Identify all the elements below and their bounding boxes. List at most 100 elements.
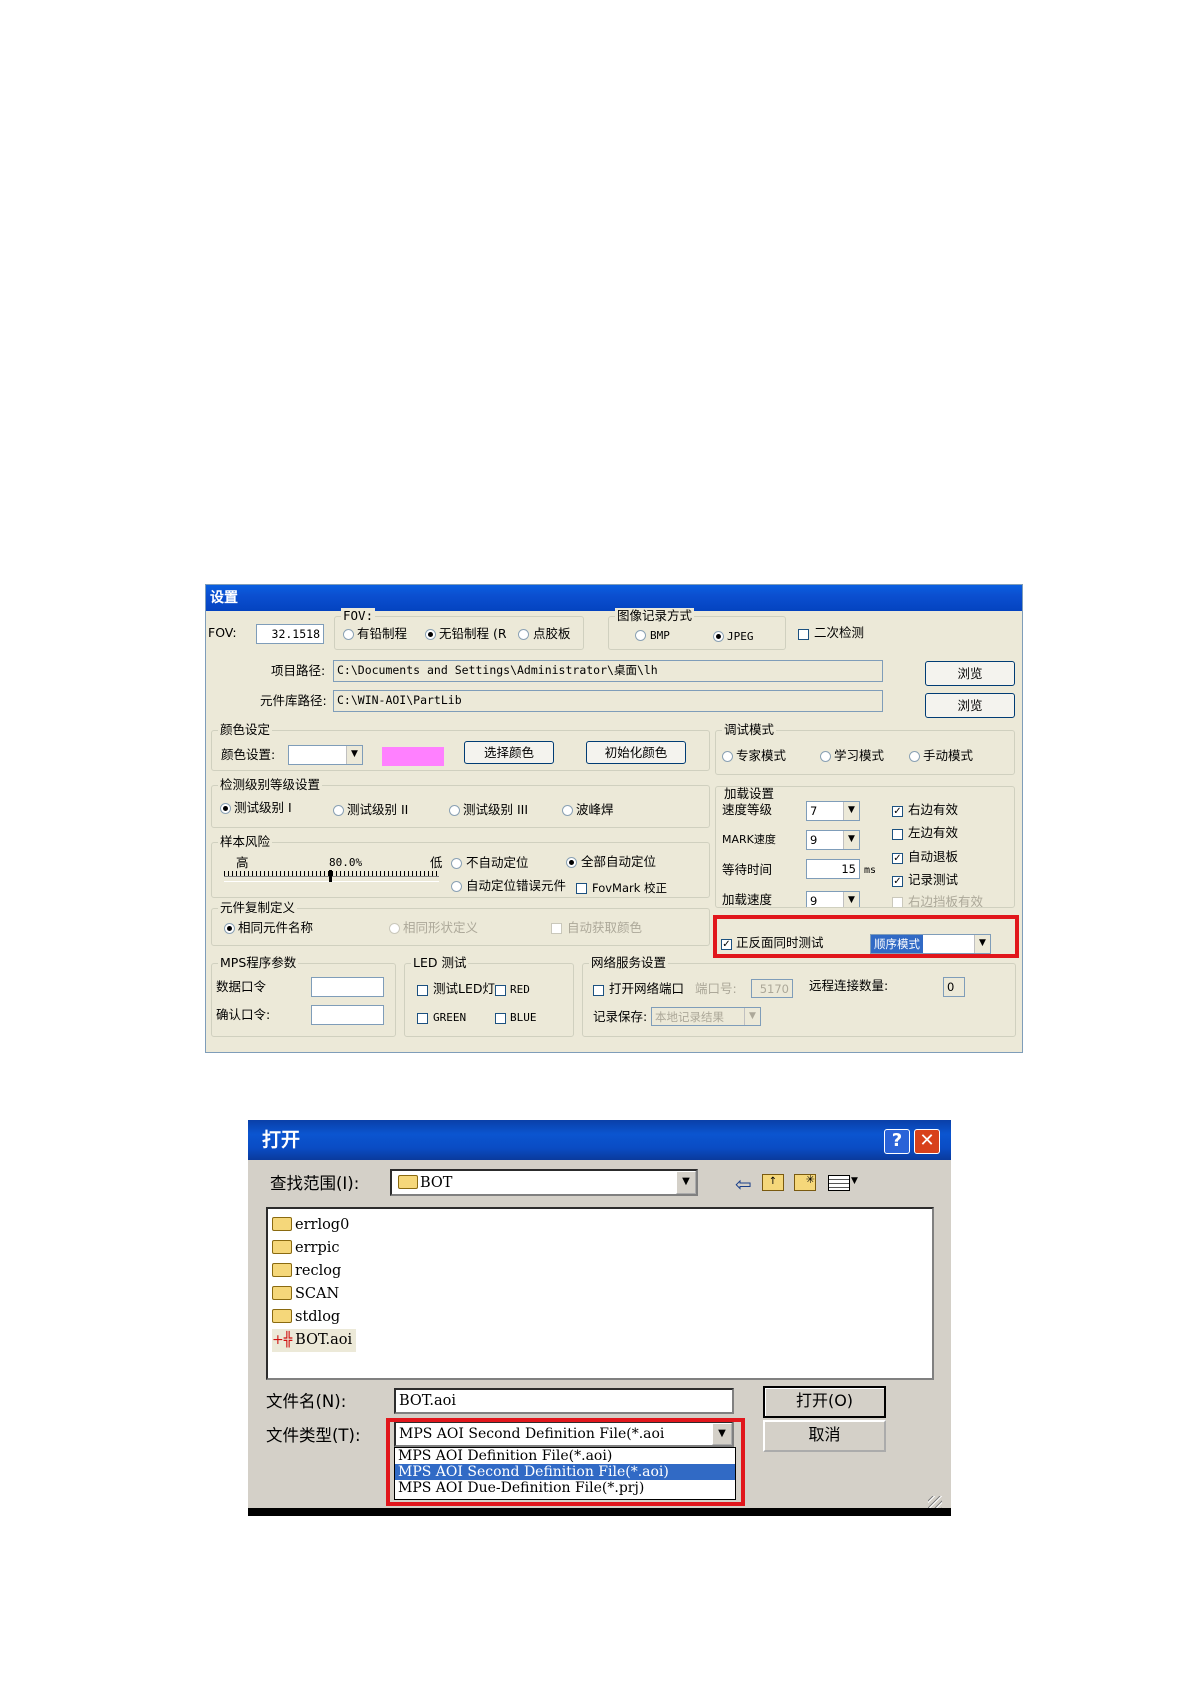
lookin-label: 查找范围(I):: [270, 1174, 360, 1193]
list-item[interactable]: +╬ BOT.aoi: [272, 1329, 357, 1352]
folder-icon: [398, 1175, 418, 1189]
test-led-checkbox[interactable]: [417, 985, 428, 996]
data-password-label: 数据口令: [216, 979, 267, 994]
leadfree-radio[interactable]: [425, 629, 436, 640]
record-test-checkbox[interactable]: ✓: [892, 876, 903, 887]
auto-color-checkbox[interactable]: [551, 923, 562, 934]
lib-path-field[interactable]: C:\WIN-AOI\PartLib: [333, 690, 883, 712]
list-item[interactable]: SCAN: [272, 1283, 339, 1306]
dispense-radio[interactable]: [518, 629, 529, 640]
mps-group-title: MPS程序参数: [218, 955, 299, 971]
load-speed-label: 加载速度: [722, 892, 773, 907]
image-record-title: 图像记录方式: [615, 608, 695, 624]
project-path-field[interactable]: C:\Documents and Settings\Administrator\…: [333, 660, 883, 682]
help-button[interactable]: ?: [884, 1129, 910, 1154]
mark-speed-select[interactable]: 9 ▼: [806, 830, 860, 850]
learn-mode-label: 学习模式: [834, 748, 885, 763]
color-group-title: 颜色设定: [218, 722, 273, 738]
chevron-down-icon: ▼: [843, 892, 859, 907]
lookin-select[interactable]: BOT ▼: [390, 1169, 698, 1196]
speed-select[interactable]: 7 ▼: [806, 801, 860, 821]
auto-color-label: 自动获取颜色: [567, 920, 643, 935]
back-arrow-icon[interactable]: ⇦: [735, 1172, 752, 1196]
copy-group: 元件复制定义 相同元件名称 相同形状定义 自动获取颜色: [211, 900, 710, 946]
filename-label: 文件名(N):: [266, 1392, 347, 1411]
cancel-button[interactable]: 取消: [763, 1420, 886, 1452]
fov-input[interactable]: 32.1518: [256, 624, 324, 644]
auto-exit-checkbox[interactable]: ✓: [892, 853, 903, 864]
bmp-radio[interactable]: [635, 630, 646, 641]
all-auto-locate-radio[interactable]: [566, 857, 577, 868]
open-dialog-title: 打开: [248, 1120, 951, 1160]
fov-group: FOV: 有铅制程 无铅制程 (R 点胶板: [334, 608, 584, 650]
auto-exit-label: 自动退板: [908, 849, 959, 864]
new-folder-icon[interactable]: ✳: [794, 1174, 816, 1191]
load-speed-select[interactable]: 9 ▼: [806, 891, 860, 907]
same-name-label: 相同元件名称: [238, 920, 314, 935]
highlight-box-filetype: [386, 1418, 745, 1506]
test-led-label: 测试LED灯: [433, 981, 495, 996]
open-button[interactable]: 打开(O): [763, 1386, 886, 1418]
image-record-group: 图像记录方式 BMP JPEG: [608, 608, 786, 650]
leaded-radio[interactable]: [343, 629, 354, 640]
confirm-password-input[interactable]: [311, 1005, 384, 1025]
led-group: LED 测试 测试LED灯 RED GREEN BLUE: [404, 955, 574, 1037]
blue-checkbox[interactable]: [495, 1013, 506, 1024]
level1-radio[interactable]: [220, 803, 231, 814]
filename-input[interactable]: BOT.aoi: [394, 1388, 734, 1414]
browse-lib-button[interactable]: 浏览: [925, 693, 1015, 718]
record-save-select[interactable]: 本地记录结果 ▼: [651, 1007, 761, 1026]
left-valid-checkbox[interactable]: [892, 829, 903, 840]
jpeg-radio[interactable]: [713, 631, 724, 642]
green-checkbox[interactable]: [417, 1013, 428, 1024]
settings-title: 设置: [206, 585, 1022, 611]
red-checkbox[interactable]: [495, 985, 506, 996]
remote-count-value: 0: [943, 977, 965, 997]
folder-icon: [272, 1263, 292, 1277]
list-item[interactable]: stdlog: [272, 1306, 340, 1329]
color-select[interactable]: ▼: [288, 745, 363, 765]
learn-mode-radio[interactable]: [820, 751, 831, 762]
browse-project-button[interactable]: 浏览: [925, 661, 1015, 686]
wave-solder-radio[interactable]: [562, 805, 573, 816]
expert-mode-label: 专家模式: [736, 748, 787, 763]
select-color-button[interactable]: 选择颜色: [464, 741, 554, 764]
network-group-title: 网络服务设置: [589, 955, 669, 971]
list-item[interactable]: reclog: [272, 1260, 341, 1283]
init-color-button[interactable]: 初始化颜色: [586, 741, 686, 764]
fovmark-checkbox[interactable]: [576, 883, 587, 894]
fovmark-label: FovMark 校正: [592, 881, 668, 895]
data-password-input[interactable]: [311, 977, 384, 997]
risk-slider-thumb[interactable]: [329, 870, 332, 882]
right-valid-checkbox[interactable]: ✓: [892, 806, 903, 817]
second-check-checkbox[interactable]: [798, 629, 809, 640]
manual-mode-radio[interactable]: [909, 751, 920, 762]
list-item[interactable]: errpic: [272, 1237, 339, 1260]
level2-radio[interactable]: [333, 805, 344, 816]
locate-error-radio[interactable]: [451, 881, 462, 892]
up-folder-icon[interactable]: ↑: [762, 1174, 784, 1191]
level3-radio[interactable]: [449, 805, 460, 816]
record-save-label: 记录保存:: [593, 1009, 648, 1024]
expert-mode-radio[interactable]: [722, 751, 733, 762]
lookin-value: BOT: [420, 1175, 453, 1191]
file-list[interactable]: errlog0 errpic reclog SCAN stdlog +╬ BOT.…: [266, 1207, 934, 1380]
right-baffle-checkbox[interactable]: [892, 897, 903, 907]
port-input[interactable]: 5170: [751, 979, 793, 998]
same-shape-radio[interactable]: [389, 923, 400, 934]
all-auto-locate-label: 全部自动定位: [581, 854, 657, 869]
wait-time-input[interactable]: 15: [806, 859, 860, 879]
load-group-title: 加载设置: [722, 786, 777, 802]
right-valid-label: 右边有效: [908, 802, 959, 817]
view-menu-icon[interactable]: [828, 1175, 850, 1191]
close-button[interactable]: ✕: [914, 1129, 940, 1154]
mps-group: MPS程序参数 数据口令 确认口令:: [211, 955, 396, 1037]
same-name-radio[interactable]: [224, 923, 235, 934]
bmp-label: BMP: [650, 629, 670, 642]
folder-icon: [272, 1286, 292, 1300]
no-auto-locate-radio[interactable]: [451, 858, 462, 869]
list-item[interactable]: errlog0: [272, 1214, 349, 1237]
open-port-checkbox[interactable]: [593, 985, 604, 996]
chevron-down-icon: ▼: [843, 831, 859, 849]
record-save-value: 本地记录结果: [655, 1010, 724, 1024]
